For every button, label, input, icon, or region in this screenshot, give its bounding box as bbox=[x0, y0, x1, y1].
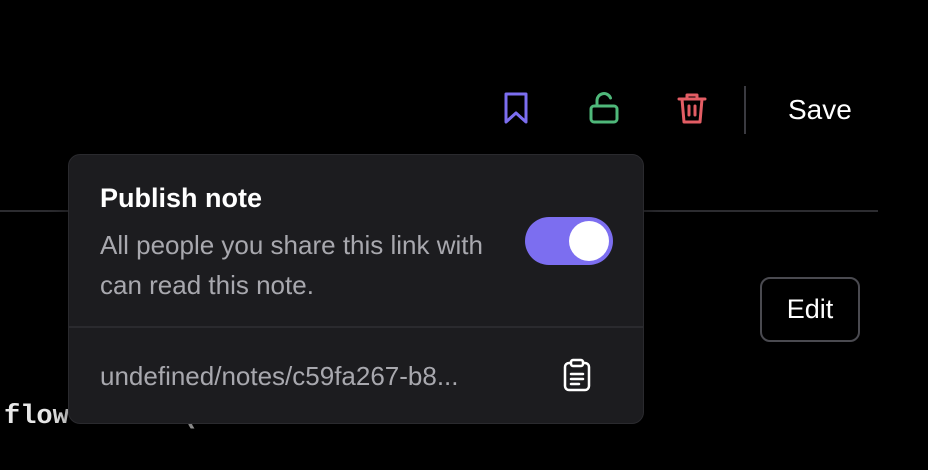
popover-description: All people you share this link with can … bbox=[100, 230, 483, 300]
unlock-icon bbox=[588, 91, 620, 130]
toggle-knob bbox=[569, 221, 609, 261]
bookmark-button[interactable] bbox=[492, 86, 540, 134]
trash-icon bbox=[676, 91, 708, 130]
publish-popover: Publish note All people you share this l… bbox=[68, 154, 644, 424]
popover-title: Publish note bbox=[100, 183, 262, 213]
clipboard-icon bbox=[562, 358, 592, 397]
unlock-button[interactable] bbox=[580, 86, 628, 134]
share-link[interactable]: undefined/notes/c59fa267-b8... bbox=[100, 361, 459, 392]
copy-link-button[interactable] bbox=[555, 355, 599, 399]
toolbar-divider bbox=[744, 86, 746, 134]
popover-divider bbox=[69, 326, 643, 328]
save-button[interactable]: Save bbox=[772, 86, 868, 134]
bookmark-icon bbox=[502, 91, 530, 130]
note-editor: Save Edit flow-test` (from Publish note … bbox=[0, 0, 928, 470]
delete-button[interactable] bbox=[668, 86, 716, 134]
edit-button[interactable]: Edit bbox=[760, 277, 860, 342]
publish-toggle[interactable] bbox=[525, 217, 613, 265]
